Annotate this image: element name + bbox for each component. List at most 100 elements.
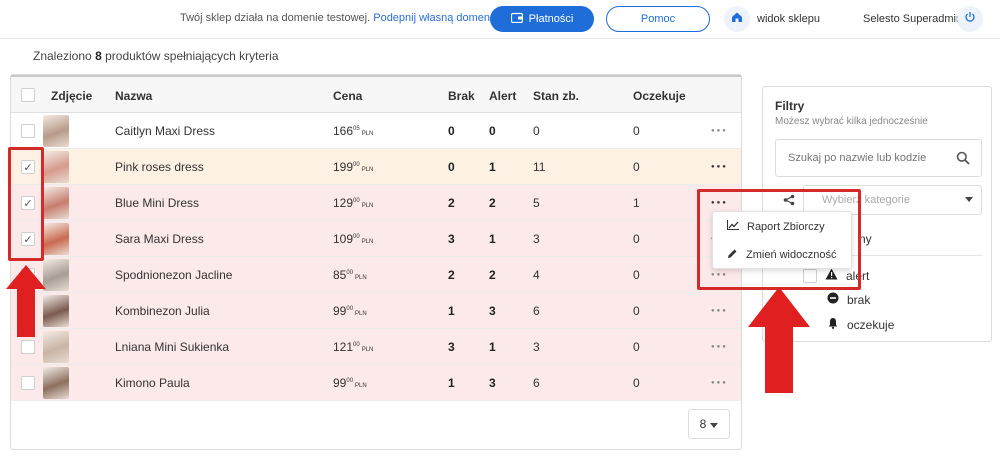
price-main: 99 [333, 376, 347, 390]
header-alert[interactable]: Alert [489, 89, 516, 103]
price-main: 129 [333, 196, 354, 210]
price-currency: PLN [355, 383, 367, 389]
results-prefix: Znaleziono [33, 49, 92, 63]
row-actions-button[interactable]: ●●● [711, 344, 728, 350]
filters-title: Filtry [775, 99, 805, 113]
row-checkbox[interactable] [21, 124, 35, 138]
price-currency: PLN [361, 239, 374, 245]
table-row[interactable]: Spodnionezon Jacline 8500PLN 2 2 4 0 ●●● [11, 257, 741, 293]
price-main: 166 [333, 124, 354, 138]
header-missing[interactable]: Brak [448, 89, 475, 103]
table-row[interactable]: ✓Sara Maxi Dress10900PLN3130●●● [11, 221, 741, 257]
pending-count: 0 [633, 160, 640, 174]
search-input[interactable] [788, 150, 948, 166]
chevron-down-icon [710, 417, 719, 431]
product-price: 8500PLN [333, 268, 367, 282]
product-thumbnail [43, 331, 69, 363]
price-currency: PLN [361, 131, 374, 137]
header-stock[interactable]: Stan zb. [533, 89, 579, 103]
power-icon [964, 10, 976, 28]
alert-count: 3 [489, 376, 496, 390]
results-count: 8 [95, 49, 102, 63]
missing-count: 1 [448, 376, 455, 390]
price-main: 121 [333, 340, 354, 354]
page-size-select[interactable]: 8 [688, 409, 730, 439]
stock-count: 6 [533, 304, 540, 318]
payments-button[interactable]: Płatności [490, 6, 594, 32]
filters-subtitle: Możesz wybrać kilka jednocześnie [775, 116, 928, 127]
test-domain-notice: Twój sklep działa na domenie testowej. P… [180, 12, 496, 24]
home-button[interactable] [724, 6, 750, 32]
annotation-up-arrow-left [6, 265, 46, 337]
alert-count: 1 [489, 160, 496, 174]
help-button[interactable]: Pomoc [606, 6, 710, 32]
missing-count: 1 [448, 304, 455, 318]
price-cents: 00 [346, 378, 354, 384]
product-thumbnail [43, 295, 69, 327]
select-all-checkbox[interactable] [21, 88, 35, 102]
product-thumbnail [43, 115, 69, 147]
missing-count: 3 [448, 340, 455, 354]
product-price: 10900PLN [333, 232, 373, 246]
filter-pending[interactable]: oczekuje [827, 317, 894, 332]
pending-count: 0 [633, 232, 640, 246]
annotation-up-arrow-right [748, 287, 810, 393]
results-suffix: produktów spełniających kryteria [105, 49, 279, 63]
test-domain-text: Twój sklep działa na domenie testowej. [180, 12, 371, 24]
product-search[interactable] [775, 139, 982, 177]
product-name[interactable]: Pink roses dress [115, 160, 204, 174]
alert-count: 2 [489, 268, 496, 282]
connect-domain-link[interactable]: Podepnij własną domenę [373, 12, 496, 24]
topbar-divider [0, 38, 1000, 39]
price-cents: 00 [353, 162, 360, 168]
table-row[interactable]: Caitlyn Maxi Dress 16605PLN 0 0 0 0 ●●● [11, 113, 741, 149]
table-row[interactable]: Kombinezon Julia 9900PLN 1 3 6 0 ●●● [11, 293, 741, 329]
stock-count: 5 [533, 196, 540, 210]
product-thumbnail [43, 259, 69, 291]
stock-count: 11 [533, 160, 546, 174]
alert-count: 1 [489, 340, 496, 354]
minus-circle-icon [827, 292, 839, 307]
alert-count: 0 [489, 124, 496, 138]
annotation-menu-highlight [697, 189, 861, 290]
product-name[interactable]: Lniana Mini Sukienka [115, 340, 229, 354]
pending-count: 1 [633, 196, 640, 210]
product-name[interactable]: Kombinezon Julia [115, 304, 210, 318]
logout-button[interactable] [957, 6, 983, 32]
price-currency: PLN [361, 203, 374, 209]
product-thumbnail [43, 187, 69, 219]
header-price[interactable]: Cena [333, 89, 362, 103]
search-icon[interactable] [956, 151, 970, 170]
stock-count: 6 [533, 376, 540, 390]
payments-label: Płatności [528, 13, 574, 25]
product-name[interactable]: Caitlyn Maxi Dress [115, 124, 215, 138]
table-row[interactable]: ✓ Pink roses dress 19900PLN 0 1 11 0 ●●● [11, 149, 741, 185]
user-name: Selesto Superadmin [863, 13, 963, 25]
row-checkbox[interactable] [21, 376, 35, 390]
product-thumbnail [43, 367, 69, 399]
shop-view-link[interactable]: widok sklepu [757, 13, 820, 25]
row-actions-button[interactable]: ●●● [711, 308, 728, 314]
page-size-value: 8 [699, 417, 707, 431]
product-name[interactable]: Blue Mini Dress [115, 196, 199, 210]
row-checkbox[interactable] [21, 340, 35, 354]
row-actions-button[interactable]: ●●● [711, 164, 728, 170]
product-name[interactable]: Kimono Paula [115, 376, 190, 390]
table-row[interactable]: Kimono Paula 9900PLN 1 3 6 0 ●●● [11, 365, 741, 401]
product-name[interactable]: Spodnionezon Jacline [115, 268, 232, 282]
product-name[interactable]: Sara Maxi Dress [115, 232, 204, 246]
row-actions-button[interactable]: ●●● [711, 128, 728, 134]
filter-missing[interactable]: brak [827, 292, 870, 307]
row-actions-button[interactable]: ●●● [711, 380, 728, 386]
missing-count: 0 [448, 160, 455, 174]
header-name[interactable]: Nazwa [115, 89, 152, 103]
table-row[interactable]: Lniana Mini Sukienka 12100PLN 3 1 3 0 ●●● [11, 329, 741, 365]
topbar: Twój sklep działa na domenie testowej. P… [0, 0, 1000, 38]
price-cents: 00 [353, 342, 360, 348]
stock-count: 0 [533, 124, 540, 138]
table-row[interactable]: ✓ Blue Mini Dress 12900PLN 2 2 5 1 ●●● [11, 185, 741, 221]
alert-count: 3 [489, 304, 496, 318]
missing-count: 2 [448, 196, 455, 210]
header-pending[interactable]: Oczekuje [633, 89, 686, 103]
table-header: Zdjęcie Nazwa Cena Brak Alert Stan zb. O… [11, 75, 741, 113]
